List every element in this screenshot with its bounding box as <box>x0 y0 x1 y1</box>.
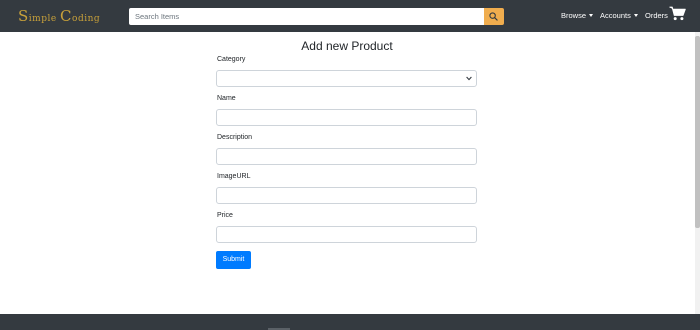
caret-down-icon <box>589 14 594 17</box>
category-select[interactable] <box>216 70 477 87</box>
search-bar <box>129 8 504 25</box>
brand-text-imple: imple <box>28 14 57 24</box>
price-input[interactable] <box>216 226 477 243</box>
category-label: Category <box>217 56 246 63</box>
caret-down-icon <box>633 14 638 17</box>
image-url-input[interactable] <box>216 187 477 204</box>
submit-button[interactable]: Submit <box>216 251 251 269</box>
scrollbar[interactable] <box>695 32 700 330</box>
accounts-menu[interactable]: Accounts <box>600 10 638 22</box>
description-label: Description <box>217 134 253 141</box>
search-input[interactable] <box>129 8 484 25</box>
browse-label: Browse <box>561 11 587 20</box>
orders-link[interactable]: Orders <box>645 10 668 22</box>
price-label: Price <box>217 212 233 219</box>
chevron-down-icon <box>466 76 472 81</box>
description-input[interactable] <box>216 148 477 165</box>
browse-menu[interactable]: Browse <box>561 10 594 22</box>
page-title: Add new Product <box>301 39 393 53</box>
orders-label: Orders <box>645 11 668 20</box>
search-icon <box>489 12 498 21</box>
brand-text-oding: oding <box>72 14 101 24</box>
footer <box>0 314 700 330</box>
brand-letter-s: S <box>18 7 29 25</box>
name-input[interactable] <box>216 109 477 126</box>
search-button[interactable] <box>484 8 504 25</box>
scrollbar-thumb[interactable] <box>695 36 700 228</box>
accounts-label: Accounts <box>600 11 631 20</box>
brand-letter-c: C <box>60 7 73 25</box>
cart-icon[interactable] <box>669 6 686 21</box>
brand-logo[interactable]: Simple Coding <box>18 7 100 25</box>
image-url-label: ImageURL <box>217 173 251 180</box>
navbar: Simple Coding Browse Accounts Orders <box>0 0 700 32</box>
name-label: Name <box>217 95 236 102</box>
